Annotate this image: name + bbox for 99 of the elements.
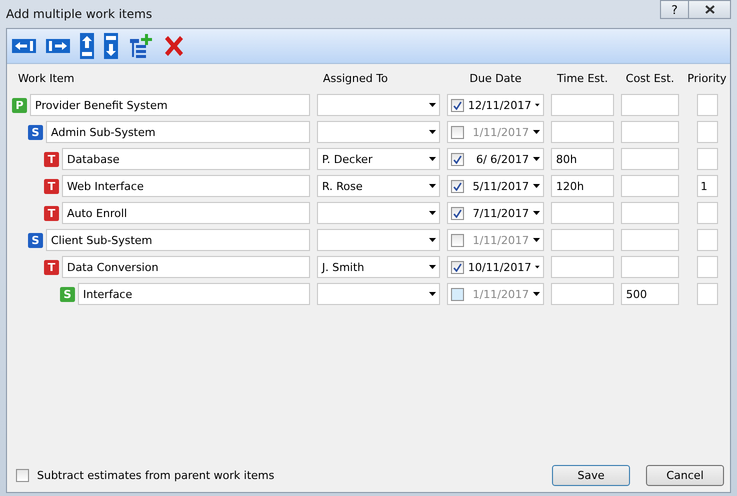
time-estimate-field[interactable]: 120h	[551, 175, 614, 197]
assignee-dropdown[interactable]	[317, 202, 440, 224]
item-type-badge: S	[28, 232, 43, 248]
work-item-field[interactable]: Interface	[78, 283, 310, 305]
assignee-dropdown[interactable]	[317, 94, 440, 116]
item-type-badge: T	[44, 260, 59, 274]
work-item-field[interactable]: Admin Sub-System	[46, 121, 310, 143]
cost-estimate-field[interactable]	[621, 121, 679, 143]
cost-estimate-field[interactable]	[621, 202, 679, 224]
cost-estimate-field[interactable]	[621, 175, 679, 197]
item-type-badge: T	[44, 152, 59, 166]
time-estimate-field[interactable]	[551, 283, 614, 305]
item-type-badge: T	[44, 178, 59, 194]
work-item-field[interactable]: Client Sub-System	[46, 229, 310, 251]
cost-estimate-field[interactable]: 500	[621, 283, 679, 305]
window-title: Add multiple work items	[6, 7, 152, 21]
assignee-dropdown[interactable]: J. Smith	[317, 256, 440, 278]
work-item-field[interactable]: Provider Benefit System	[30, 94, 310, 116]
priority-field[interactable]	[696, 202, 718, 224]
due-date-checkbox[interactable]	[451, 288, 464, 300]
caret-icon	[429, 265, 436, 269]
due-date-picker[interactable]: 7/11/2017	[447, 202, 544, 224]
due-date-picker[interactable]: 12/11/2017	[447, 94, 544, 116]
due-date-checkbox[interactable]	[451, 206, 464, 220]
cancel-button[interactable]: Cancel	[646, 465, 724, 486]
due-date-picker[interactable]: 10/11/2017	[447, 256, 544, 278]
caret-icon	[429, 292, 436, 296]
assignee-dropdown[interactable]: R. Rose	[317, 175, 440, 197]
due-date-picker[interactable]: 6/ 6/2017	[447, 148, 544, 170]
priority-field[interactable]: 1	[696, 175, 718, 197]
time-estimate-field[interactable]	[551, 256, 614, 278]
caret-icon	[533, 211, 540, 215]
column-header: Assigned To	[322, 72, 389, 87]
subtract-checkbox[interactable]	[16, 469, 29, 482]
assignee-dropdown[interactable]	[317, 229, 440, 251]
item-type-badge: S	[60, 286, 75, 302]
caret-icon	[533, 157, 540, 161]
caret-icon	[535, 103, 540, 107]
move-up-button[interactable]	[80, 32, 94, 60]
cost-estimate-field[interactable]	[621, 148, 679, 170]
due-date-checkbox[interactable]	[451, 126, 464, 138]
item-type-badge: P	[12, 98, 27, 112]
add-child-button[interactable]	[128, 32, 152, 60]
work-item-field[interactable]: Database	[62, 148, 310, 170]
check-icon	[453, 100, 462, 110]
caret-icon	[429, 130, 436, 134]
move-down-button[interactable]	[104, 32, 118, 60]
caret-icon	[533, 238, 540, 242]
check-icon	[453, 262, 462, 272]
assignee-dropdown[interactable]	[317, 121, 440, 143]
caret-icon	[429, 211, 436, 215]
caret-icon	[533, 184, 540, 188]
due-date-checkbox[interactable]	[451, 234, 464, 246]
work-item-field[interactable]: Data Conversion	[62, 256, 310, 278]
column-header: Time Est.	[556, 72, 609, 87]
caret-icon	[429, 238, 436, 242]
assignee-dropdown[interactable]	[317, 283, 440, 305]
time-estimate-field[interactable]: 80h	[551, 148, 614, 170]
due-date-checkbox[interactable]	[451, 260, 464, 274]
check-icon	[453, 208, 462, 218]
caret-icon	[533, 292, 540, 296]
column-header: Due Date	[468, 72, 522, 87]
priority-field[interactable]	[696, 256, 718, 278]
caret-icon	[429, 184, 436, 188]
caret-icon	[535, 265, 540, 269]
priority-field[interactable]	[696, 148, 718, 170]
subtract-label: Subtract estimates from parent work items	[37, 469, 276, 482]
time-estimate-field[interactable]	[551, 94, 614, 116]
assignee-dropdown[interactable]: P. Decker	[317, 148, 440, 170]
column-header: Priority	[686, 72, 728, 87]
close-icon	[704, 5, 714, 14]
due-date-checkbox[interactable]	[451, 152, 464, 166]
work-item-field[interactable]: Auto Enroll	[62, 202, 310, 224]
time-estimate-field[interactable]	[551, 121, 614, 143]
check-icon	[453, 182, 462, 190]
due-date-checkbox[interactable]	[451, 98, 464, 112]
close-button[interactable]	[689, 0, 731, 19]
due-date-checkbox[interactable]	[451, 180, 464, 192]
save-button[interactable]: Save	[552, 465, 630, 486]
cost-estimate-field[interactable]	[621, 229, 679, 251]
item-type-badge: T	[44, 206, 59, 220]
caret-icon	[429, 157, 436, 161]
time-estimate-field[interactable]	[551, 229, 614, 251]
priority-field[interactable]	[696, 283, 718, 305]
priority-field[interactable]	[696, 121, 718, 143]
due-date-picker[interactable]: 5/11/2017	[447, 175, 544, 197]
caret-icon	[429, 103, 436, 107]
column-header: Work Item	[17, 72, 76, 87]
help-button[interactable]: ?	[660, 0, 689, 19]
column-header: Cost Est.	[624, 72, 676, 87]
check-icon	[453, 154, 462, 164]
priority-field[interactable]	[696, 94, 718, 116]
priority-field[interactable]	[696, 229, 718, 251]
cost-estimate-field[interactable]	[621, 256, 679, 278]
time-estimate-field[interactable]	[551, 202, 614, 224]
cost-estimate-field[interactable]	[621, 94, 679, 116]
item-type-badge: S	[28, 124, 43, 140]
caret-icon	[533, 130, 540, 134]
work-item-field[interactable]: Web Interface	[62, 175, 310, 197]
